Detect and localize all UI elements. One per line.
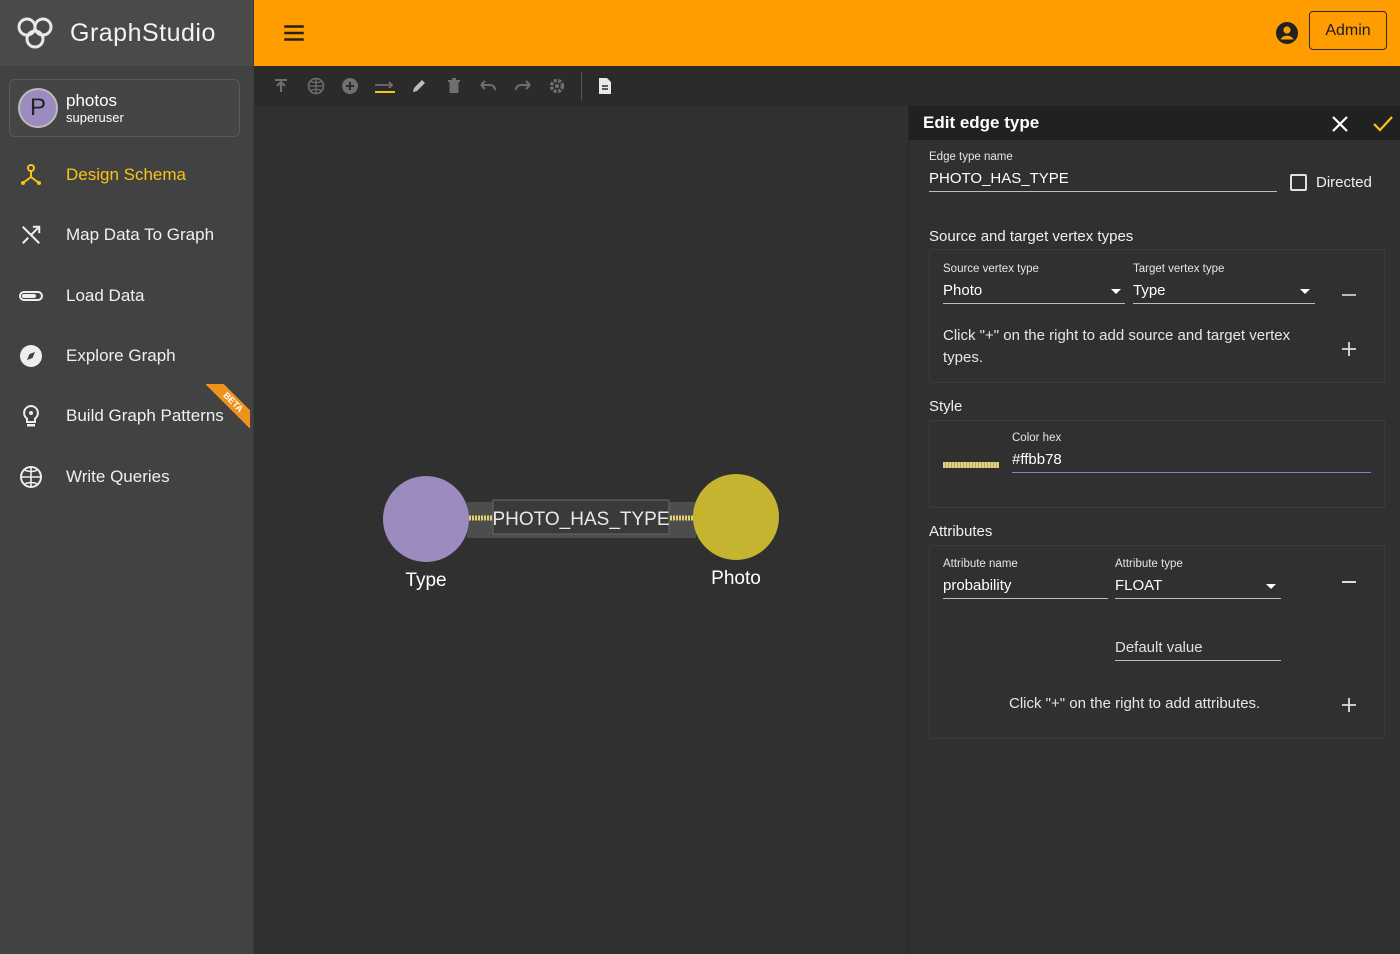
- schema-icon: [18, 162, 44, 188]
- source-target-title: Source and target vertex types: [929, 228, 1134, 245]
- sidebar-item-label: Map Data To Graph: [66, 225, 215, 245]
- sidebar-nav: Design Schema Map Data To Graph Load Dat…: [0, 145, 254, 507]
- global-types-icon[interactable]: [299, 66, 334, 106]
- sidebar-item-label: Build Graph Patterns: [66, 406, 224, 426]
- user-role: superuser: [66, 110, 124, 125]
- target-vertex-label: Target vertex type: [1133, 263, 1225, 275]
- add-attribute-icon[interactable]: [1341, 697, 1357, 713]
- sidebar-item-write-queries[interactable]: Write Queries: [0, 446, 254, 506]
- color-hex-label: Color hex: [1012, 432, 1062, 444]
- account-circle-icon[interactable]: [1275, 21, 1299, 45]
- vertex-type[interactable]: [383, 476, 469, 562]
- user-name: photos: [66, 91, 118, 110]
- style-title: Style: [929, 398, 963, 415]
- edge-type-name-input[interactable]: PHOTO_HAS_TYPE: [929, 170, 1277, 192]
- add-edge-icon[interactable]: [368, 66, 403, 106]
- attribute-type-dropdown-icon: [1266, 584, 1276, 589]
- hamburger-menu-icon[interactable]: [281, 20, 307, 46]
- sidebar-item-map-data-to-graph[interactable]: Map Data To Graph: [0, 205, 254, 265]
- schema-toolbar: [254, 66, 1400, 106]
- edit-icon[interactable]: [402, 66, 437, 106]
- remove-attribute-icon[interactable]: [1341, 577, 1357, 587]
- graph-svg: PHOTO_HAS_TYPE Type Photo: [383, 474, 779, 591]
- add-pair-icon[interactable]: [1341, 341, 1357, 357]
- add-vertex-icon[interactable]: [333, 66, 368, 106]
- user-card[interactable]: P photos superuser: [9, 79, 240, 137]
- app-root: GraphStudio P photos superuser Design Sc…: [0, 0, 1400, 954]
- color-swatch[interactable]: [943, 462, 999, 468]
- source-target-hint: Click "+" on the right to add source and…: [943, 327, 1291, 366]
- undo-icon[interactable]: [471, 66, 506, 106]
- top-bar: Admin: [254, 0, 1400, 66]
- user-info: photos superuser: [66, 91, 124, 125]
- globe-icon: [18, 464, 44, 490]
- document-icon[interactable]: [588, 66, 623, 106]
- panel-header: Edit edge type: [909, 106, 1400, 140]
- check-icon[interactable]: [1372, 114, 1394, 134]
- edit-edge-panel: Edit edge type Edge type name PHOTO_HAS_…: [908, 106, 1400, 954]
- delete-icon[interactable]: [437, 66, 472, 106]
- graphstudio-logo-icon: [17, 17, 53, 49]
- sidebar-item-label: Write Queries: [66, 466, 170, 486]
- attribute-type-select[interactable]: FLOAT: [1115, 577, 1281, 599]
- edge-type-name-label: Edge type name: [929, 151, 1013, 163]
- target-dropdown-icon: [1300, 289, 1310, 294]
- directed-checkbox[interactable]: [1290, 174, 1307, 191]
- vertex-type-label: Type: [405, 570, 446, 591]
- beta-badge: BETA: [206, 384, 250, 429]
- vertex-photo[interactable]: [693, 474, 779, 560]
- sidebar-item-label: Load Data: [66, 285, 145, 305]
- attributes-title: Attributes: [929, 523, 993, 540]
- sidebar-item-load-data[interactable]: Load Data: [0, 266, 254, 326]
- shuffle-icon: [18, 222, 44, 248]
- settings-gear-icon[interactable]: [540, 66, 575, 106]
- lightbulb-icon: [18, 403, 44, 429]
- brand: GraphStudio: [0, 0, 253, 66]
- admin-button[interactable]: Admin: [1309, 11, 1387, 50]
- brand-title: GraphStudio: [70, 18, 216, 47]
- publish-schema-icon[interactable]: [264, 66, 299, 106]
- attribute-name-label: Attribute name: [943, 558, 1018, 570]
- color-hex-input[interactable]: #ffbb78: [1012, 451, 1371, 473]
- target-vertex-select[interactable]: Type: [1133, 282, 1315, 304]
- attributes-hint: Click "+" on the right to add attributes…: [1009, 695, 1261, 712]
- redo-icon[interactable]: [506, 66, 541, 106]
- avatar: P: [18, 88, 58, 128]
- attribute-type-label: Attribute type: [1115, 558, 1183, 570]
- sidebar-item-design-schema[interactable]: Design Schema: [0, 145, 254, 205]
- close-icon[interactable]: [1330, 114, 1350, 134]
- load-icon: [18, 283, 44, 309]
- sidebar-item-build-graph-patterns[interactable]: Build Graph Patterns BETA: [0, 384, 254, 446]
- remove-pair-icon[interactable]: [1341, 290, 1357, 300]
- compass-icon: [18, 343, 44, 369]
- panel-title: Edit edge type: [923, 113, 1040, 132]
- source-vertex-select[interactable]: Photo: [943, 282, 1125, 304]
- sidebar-item-label: Explore Graph: [66, 346, 176, 366]
- directed-label: Directed: [1316, 174, 1372, 191]
- source-dropdown-icon: [1111, 289, 1121, 294]
- sidebar-item-label: Design Schema: [66, 165, 187, 185]
- attribute-name-input[interactable]: probability: [943, 577, 1108, 599]
- source-vertex-label: Source vertex type: [943, 263, 1039, 275]
- sidebar-item-explore-graph[interactable]: Explore Graph: [0, 326, 254, 386]
- edge-label: PHOTO_HAS_TYPE: [492, 509, 669, 530]
- vertex-photo-label: Photo: [711, 568, 761, 589]
- schema-canvas[interactable]: PHOTO_HAS_TYPE Type Photo: [254, 106, 908, 954]
- sidebar: GraphStudio P photos superuser Design Sc…: [0, 0, 254, 954]
- toolbar-divider: [580, 72, 582, 100]
- default-value-input[interactable]: Default value: [1115, 639, 1281, 661]
